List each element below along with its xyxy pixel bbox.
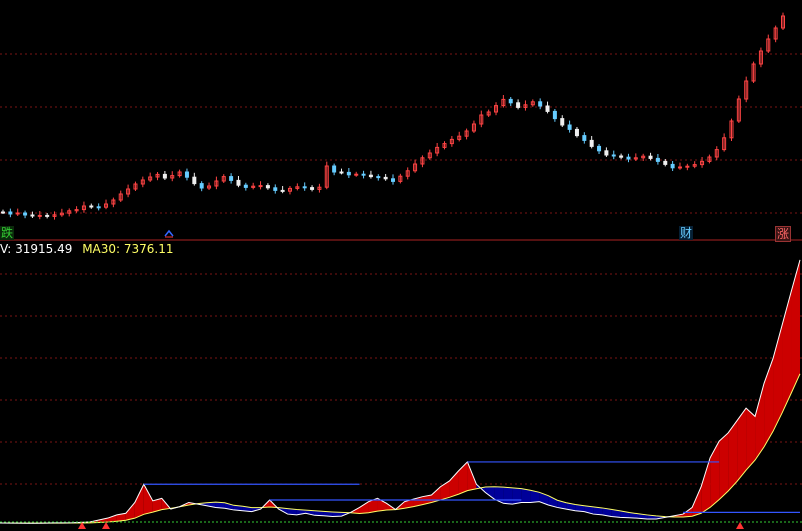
candle-body (339, 171, 344, 174)
candle-body (96, 206, 101, 209)
candle-body (677, 166, 682, 169)
rising-fill (791, 259, 800, 394)
rising-fill (701, 457, 711, 514)
candle-body (273, 187, 278, 191)
candle-body (30, 214, 35, 217)
candle-body (383, 176, 388, 180)
candle-body (37, 214, 42, 217)
candle-body (648, 155, 653, 159)
falling-fill (521, 488, 531, 503)
candle-body (310, 187, 315, 190)
candle-body (611, 154, 616, 157)
buy-marker-icon (736, 522, 744, 529)
candle-body (162, 173, 167, 179)
candle-body (346, 171, 351, 176)
candle-body (89, 205, 94, 208)
rising-fill (134, 484, 144, 519)
candle-body (655, 157, 660, 162)
candle-body (545, 105, 550, 112)
candle-body (626, 156, 631, 160)
candle-body (354, 173, 359, 176)
rise-signal-tag: 涨 (775, 226, 792, 242)
candle-body (508, 98, 513, 104)
fall-signal-tag: 跌 (0, 226, 15, 240)
candle-body (574, 128, 579, 137)
volume-readout: V: 31915.49 (0, 242, 73, 256)
finance-signal-tag: 财 (679, 226, 694, 240)
ma30-line (0, 373, 801, 524)
rising-fill (359, 501, 369, 514)
candle-body (663, 160, 668, 165)
buy-marker-icon (102, 522, 110, 529)
candle-body (265, 185, 270, 189)
candle-body (391, 178, 395, 182)
falling-fill (512, 487, 522, 505)
candle-body (538, 101, 543, 107)
candle-body (332, 165, 337, 173)
candle-body (23, 212, 28, 216)
candle-body (184, 171, 189, 178)
candle-body (302, 186, 307, 189)
candle-body (597, 145, 602, 152)
candle-body (604, 150, 609, 156)
candle-body (258, 185, 263, 188)
candle-body (280, 189, 285, 192)
candle-body (243, 184, 248, 188)
candle-body (582, 135, 587, 141)
candle-body (199, 183, 204, 189)
candle-body (516, 102, 521, 108)
candle-body (1, 211, 5, 214)
rising-fill (710, 441, 720, 508)
signal-arrow-icon (164, 229, 174, 237)
candle-body (229, 176, 234, 181)
candle-body (368, 174, 373, 178)
candle-body (567, 124, 572, 130)
candle-body (589, 139, 594, 147)
candle-body (376, 176, 381, 179)
indicator-info-bar: V: 31915.49 MA30: 7376.11 (0, 242, 174, 256)
candle-body (236, 179, 241, 186)
candle-body (361, 173, 366, 176)
candle-body (192, 176, 197, 185)
candle-body (15, 212, 20, 215)
candle-body (685, 165, 690, 168)
rising-fill (719, 432, 729, 500)
falling-fill (503, 487, 513, 505)
rising-fill (449, 471, 459, 498)
candle-body (8, 211, 13, 215)
candle-body (670, 163, 675, 169)
stock-chart[interactable] (0, 0, 802, 531)
candle-body (45, 214, 50, 217)
candle-body (619, 155, 624, 158)
ma30-readout: MA30: 7376.11 (82, 242, 174, 256)
candle-body (552, 110, 557, 120)
candle-body (560, 118, 565, 126)
